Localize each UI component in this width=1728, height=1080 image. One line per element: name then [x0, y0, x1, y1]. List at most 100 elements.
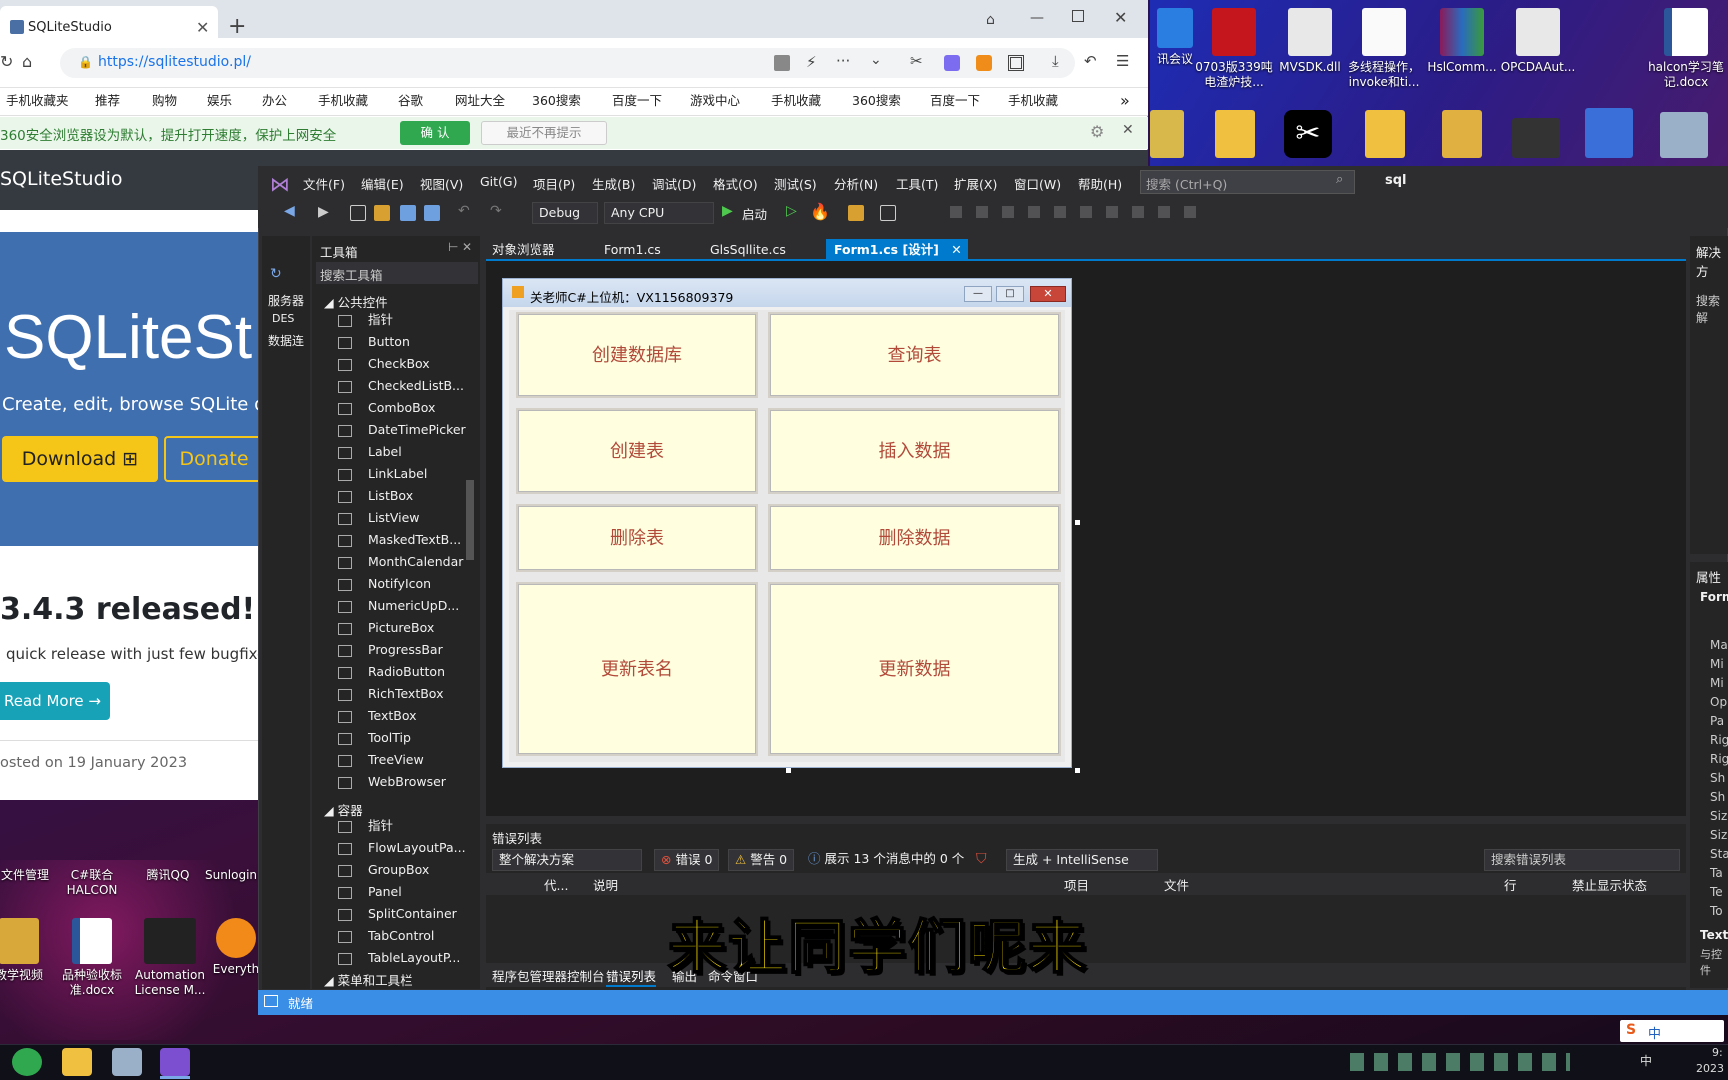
capcut-icon[interactable]: ✂	[1284, 110, 1332, 158]
toolbox-item[interactable]: NotifyIcon	[338, 574, 502, 596]
menu-format[interactable]: 格式(O)	[713, 174, 758, 193]
errors-filter-button[interactable]: ⊗ 错误 0	[654, 849, 720, 871]
translate-icon[interactable]	[774, 55, 790, 71]
desktop-icon-automation-license[interactable]: Automation License M...	[128, 918, 212, 998]
toolbox-item[interactable]: Panel	[338, 882, 502, 904]
server-node[interactable]: DES	[272, 312, 294, 325]
undo-icon[interactable]: ↶	[458, 203, 470, 219]
maximize-icon[interactable]	[1072, 10, 1084, 22]
toolbox-item[interactable]: FlowLayoutPa...	[338, 838, 502, 860]
menu-project[interactable]: 项目(P)	[533, 174, 575, 193]
data-connections-node[interactable]: 数据连	[268, 332, 304, 349]
property-row[interactable]: Rig	[1710, 752, 1728, 766]
property-row[interactable]: Siz	[1710, 828, 1727, 842]
bookmark-item[interactable]: 游戏中心	[690, 90, 740, 112]
close-icon[interactable]: ✕	[462, 240, 472, 254]
new-project-icon[interactable]	[350, 205, 366, 221]
update-data-button[interactable]: 更新数据	[768, 582, 1061, 756]
menu-git[interactable]: Git(G)	[480, 174, 518, 189]
toolbox-item[interactable]: DateTimePicker	[338, 420, 502, 442]
close-tab-icon[interactable]: ✕	[196, 18, 209, 37]
platform-dropdown[interactable]: Any CPU	[604, 202, 714, 224]
toolbox-item[interactable]: ProgressBar	[338, 640, 502, 662]
settings-gear-icon[interactable]: ⚙	[1090, 122, 1104, 141]
key-icon[interactable]	[1150, 110, 1184, 158]
save-all-icon[interactable]	[424, 205, 440, 221]
visual-studio-taskbar-icon[interactable]	[160, 1048, 190, 1076]
bookmarks-more-button[interactable]: »	[1120, 90, 1130, 112]
bookmark-item[interactable]: 360搜索	[852, 90, 901, 112]
redo-icon[interactable]: ↷	[490, 203, 502, 219]
toolbox-item[interactable]: ListView	[338, 508, 502, 530]
config-dropdown[interactable]: Debug	[532, 202, 598, 224]
more-dots-icon[interactable]: ···	[836, 52, 850, 70]
tab-error-list[interactable]: 错误列表	[606, 966, 657, 987]
menu-extensions[interactable]: 扩展(X)	[954, 174, 997, 193]
pin-icon[interactable]: ⊢	[448, 240, 458, 254]
chevron-down-icon[interactable]: ⌄	[870, 52, 882, 68]
toolbox-item[interactable]: 指针	[338, 816, 502, 838]
close-notice-icon[interactable]: ✕	[1122, 122, 1134, 138]
delete-data-button[interactable]: 删除数据	[768, 504, 1061, 572]
toolbox-item[interactable]: Label	[338, 442, 502, 464]
desktop-icon-archive[interactable]: HslComm...	[1420, 8, 1504, 75]
site-brand[interactable]: SQLiteStudio	[0, 168, 123, 190]
browse-icon[interactable]	[848, 205, 864, 221]
bookmark-item[interactable]: 推荐	[95, 90, 120, 112]
properties-object[interactable]: Form	[1700, 590, 1728, 604]
delete-table-button[interactable]: 删除表	[516, 504, 758, 572]
bookmark-item[interactable]: 360搜索	[532, 90, 581, 112]
database-icon[interactable]	[112, 1048, 142, 1076]
toolbox-item[interactable]: Button	[338, 332, 502, 354]
tab-package-manager[interactable]: 程序包管理器控制台	[492, 966, 605, 985]
resize-handle[interactable]	[1075, 520, 1080, 525]
property-row[interactable]: Te	[1710, 885, 1723, 899]
back-icon[interactable]: ◀	[284, 203, 295, 219]
close-icon[interactable]: ✕	[951, 242, 961, 257]
toolbox-item[interactable]: WebBrowser	[338, 772, 502, 794]
build-source-dropdown[interactable]: 生成 + IntelliSense	[1006, 849, 1158, 871]
column-suppression[interactable]: 禁止显示状态	[1572, 875, 1647, 894]
start-play-icon[interactable]: ▶	[722, 203, 733, 219]
toolbox-item[interactable]: ComboBox	[338, 398, 502, 420]
bookmark-item[interactable]: 手机收藏夹	[6, 90, 69, 112]
resize-handle[interactable]	[786, 768, 791, 773]
clock-time[interactable]: 9:	[1712, 1046, 1723, 1059]
desktop-icon-acceptance-doc[interactable]: 品种验收标准.docx	[50, 918, 134, 998]
menu-icon[interactable]: ☰	[1116, 52, 1129, 70]
bookmark-item[interactable]: 购物	[152, 90, 177, 112]
undo-icon[interactable]: ↶	[1084, 52, 1097, 70]
bookmark-item[interactable]: 娱乐	[207, 90, 232, 112]
toolbox-item[interactable]: CheckBox	[338, 354, 502, 376]
toolbox-item[interactable]: PictureBox	[338, 618, 502, 640]
refresh-icon[interactable]: ↻	[0, 52, 13, 71]
bookmark-item[interactable]: 网址大全	[455, 90, 505, 112]
server-node[interactable]: 服务器	[268, 292, 304, 309]
tab-glssqllite-cs[interactable]: GlsSqllite.cs	[702, 239, 794, 261]
toolbox-item[interactable]: MaskedTextB...	[338, 530, 502, 552]
toolbox-item[interactable]: CheckedListB...	[338, 376, 502, 398]
property-row[interactable]: Ma	[1710, 638, 1728, 652]
game-extension-icon[interactable]	[976, 55, 992, 71]
toolbox-item[interactable]: TabControl	[338, 926, 502, 948]
extension-icon[interactable]	[944, 55, 960, 71]
rename-table-button[interactable]: 更新表名	[516, 582, 758, 756]
browser-360-icon[interactable]	[12, 1048, 42, 1076]
toolbox-item[interactable]: TableLayoutP...	[338, 948, 502, 970]
apps-grid-icon[interactable]	[1008, 55, 1024, 71]
tab-form1-cs[interactable]: Form1.cs	[596, 239, 669, 261]
input-method-indicator[interactable]: 中	[1640, 1052, 1652, 1069]
toolbox-group-common[interactable]: ◢ 公共控件	[324, 292, 388, 311]
bookmark-item[interactable]: 百度一下	[612, 90, 662, 112]
bookmark-item[interactable]: 百度一下	[930, 90, 980, 112]
toolbox-item[interactable]: ListBox	[338, 486, 502, 508]
column-project[interactable]: 项目	[1064, 875, 1089, 894]
warnings-filter-button[interactable]: ⚠ 警告 0	[728, 849, 795, 871]
create-database-button[interactable]: 创建数据库	[516, 312, 758, 398]
close-icon[interactable]: ✕	[1030, 286, 1066, 302]
refresh-icon[interactable]: ↻	[270, 266, 282, 282]
start-button-label[interactable]: 启动	[742, 204, 767, 223]
menu-build[interactable]: 生成(B)	[592, 174, 635, 193]
maximize-icon[interactable]: □	[996, 286, 1024, 302]
property-row[interactable]: Ta	[1710, 866, 1723, 880]
